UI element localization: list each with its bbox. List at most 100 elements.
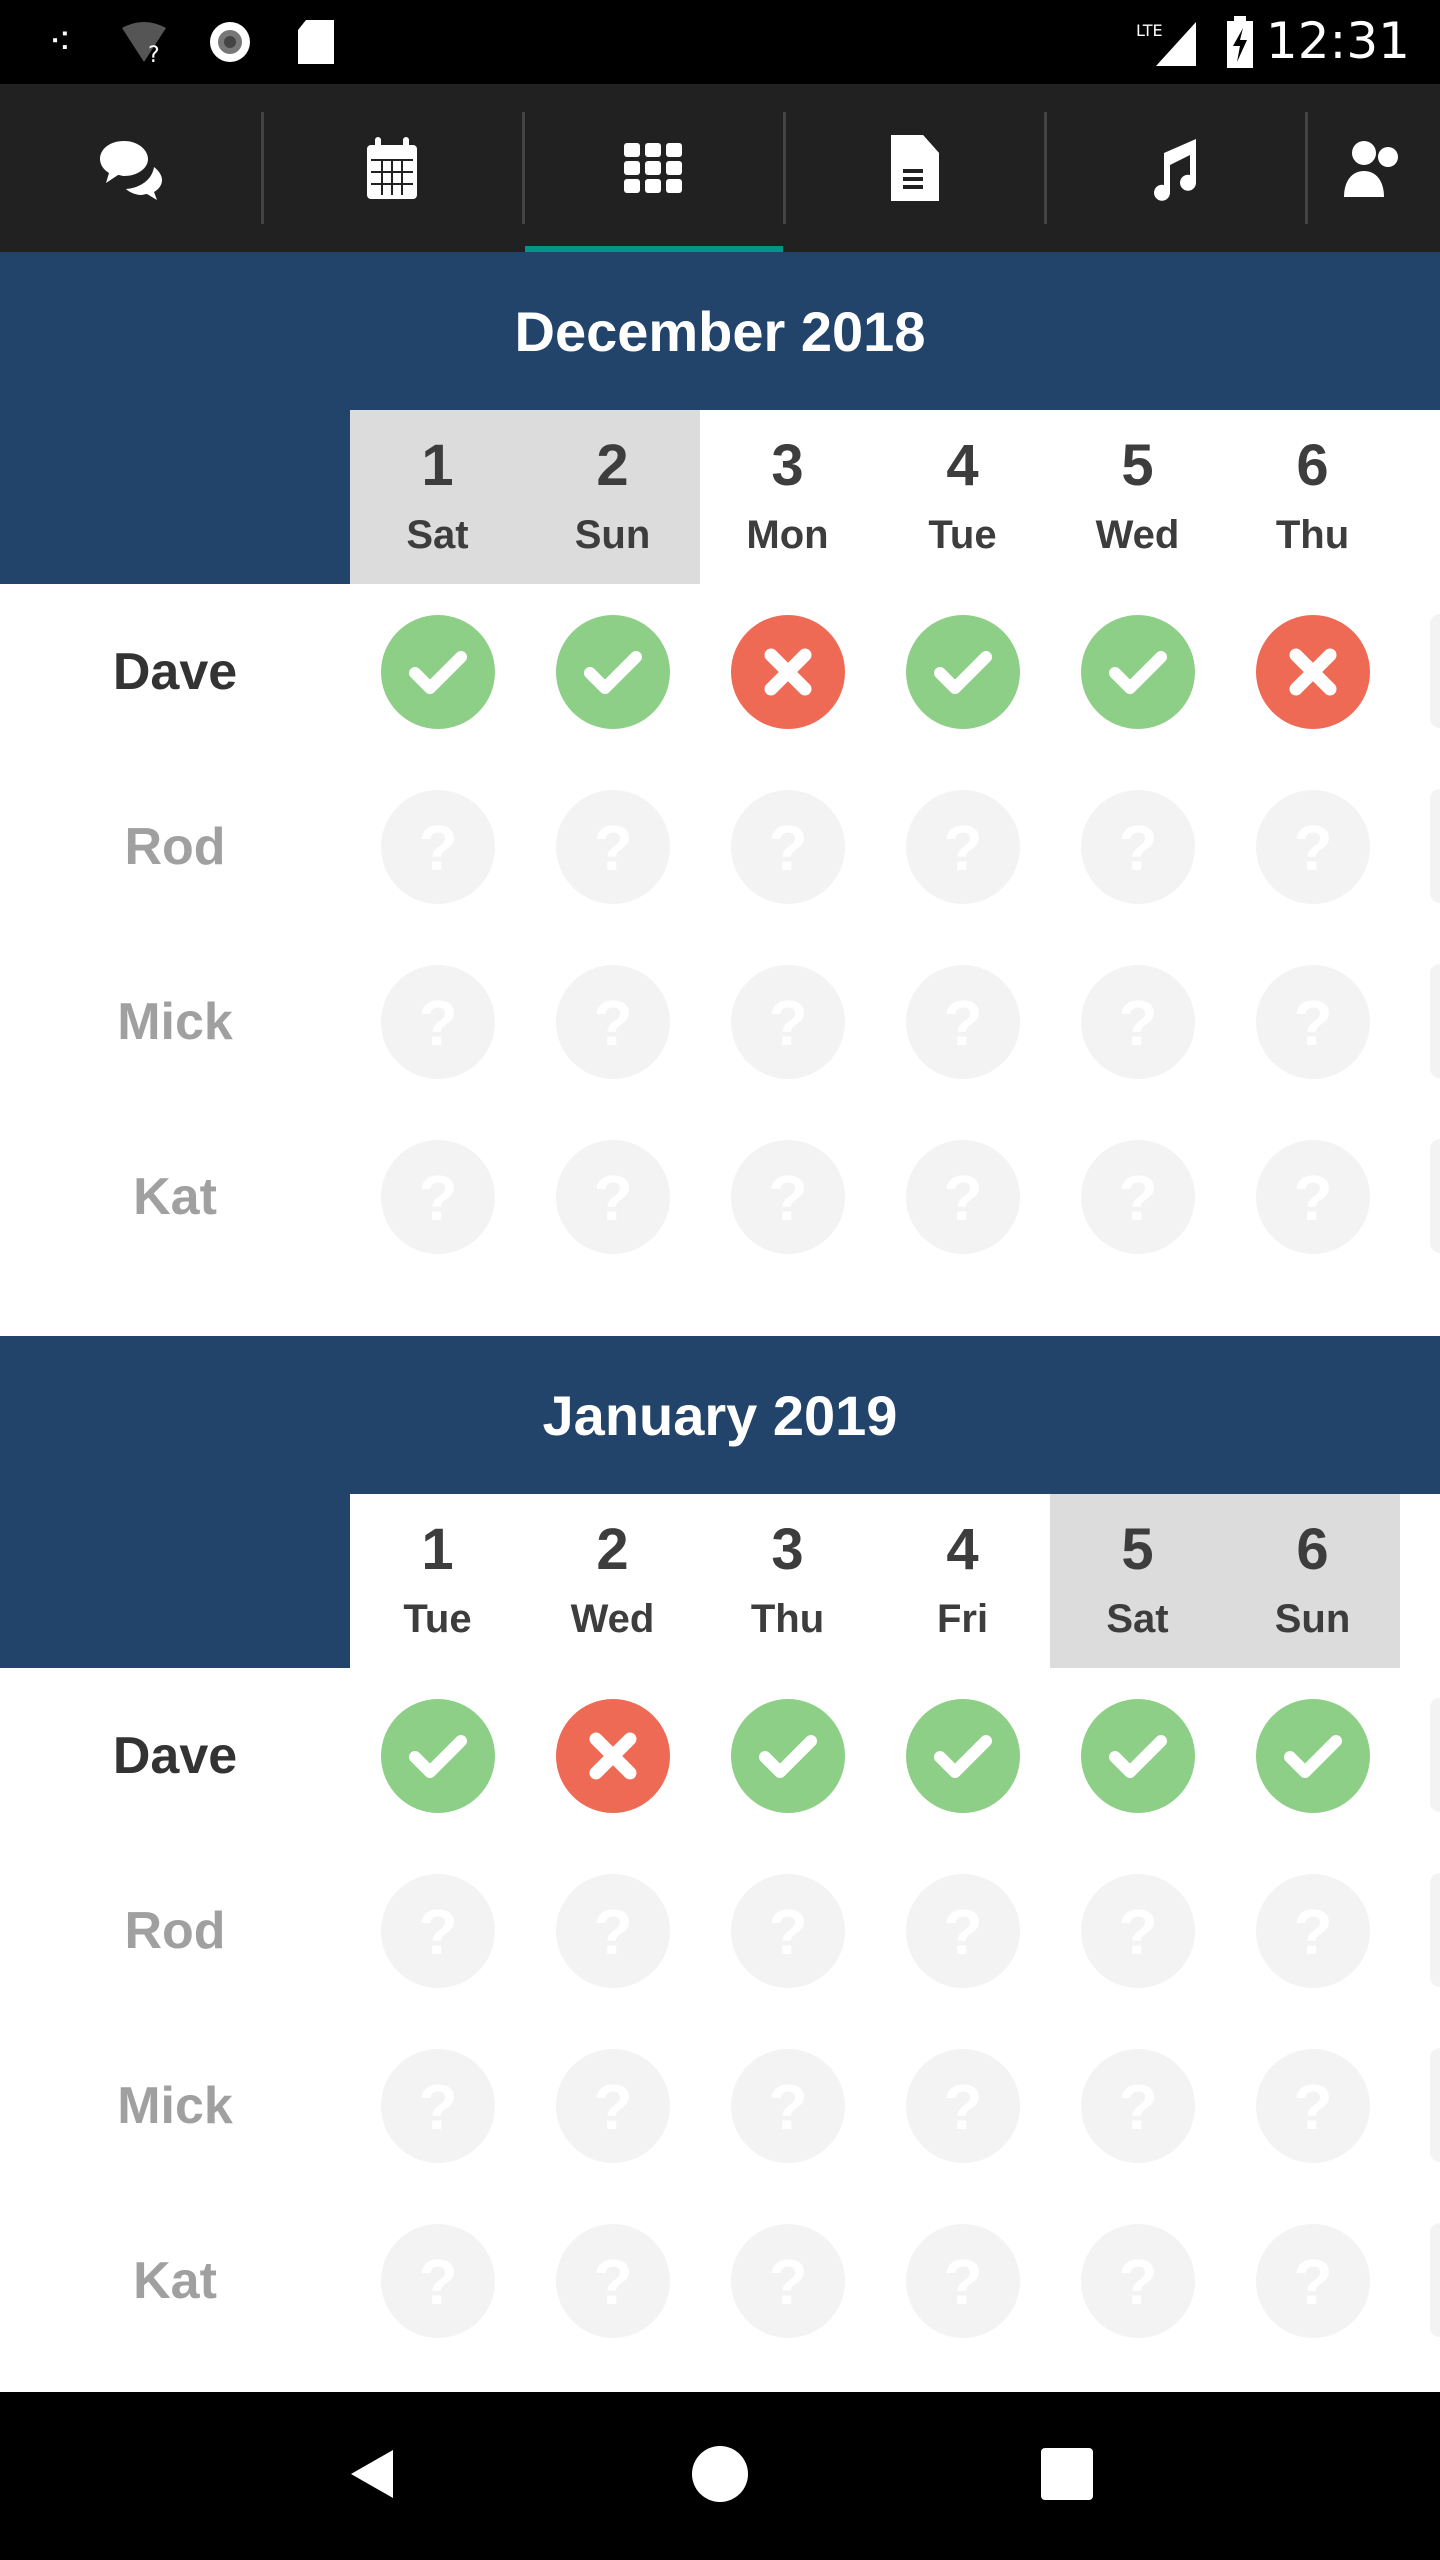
availability-cell[interactable]: ?	[700, 2048, 875, 2163]
availability-yes[interactable]	[1255, 1698, 1370, 1813]
availability-yes[interactable]	[905, 614, 1020, 729]
availability-unknown[interactable]: ?	[730, 1873, 845, 1988]
availability-cell[interactable]: ?	[1225, 1139, 1400, 1254]
availability-partial[interactable]	[1430, 789, 1440, 903]
availability-unknown[interactable]: ?	[555, 1873, 670, 1988]
availability-unknown[interactable]: ?	[1255, 2223, 1370, 2338]
availability-unknown[interactable]: ?	[1255, 964, 1370, 1079]
availability-cell[interactable]: ?	[700, 1873, 875, 1988]
availability-cell[interactable]: ?	[1050, 1873, 1225, 1988]
availability-cell[interactable]: ?	[875, 964, 1050, 1079]
home-icon[interactable]	[690, 2444, 750, 2509]
availability-unknown[interactable]: ?	[380, 964, 495, 1079]
availability-yes[interactable]	[380, 1698, 495, 1813]
availability-unknown[interactable]: ?	[555, 2048, 670, 2163]
tab-calendar[interactable]	[261, 84, 522, 252]
availability-cell[interactable]: ?	[1225, 1873, 1400, 1988]
availability-cell[interactable]: ?	[350, 1873, 525, 1988]
tab-document[interactable]	[783, 84, 1044, 252]
tab-grid[interactable]	[522, 84, 783, 252]
availability-cell[interactable]: ?	[350, 789, 525, 904]
availability-unknown[interactable]: ?	[905, 2223, 1020, 2338]
availability-cell[interactable]: ?	[350, 2048, 525, 2163]
availability-cell[interactable]: ?	[350, 2223, 525, 2338]
availability-unknown[interactable]: ?	[730, 2048, 845, 2163]
availability-cell[interactable]: ?	[525, 1873, 700, 1988]
availability-unknown[interactable]: ?	[1080, 2048, 1195, 2163]
availability-cell[interactable]: ?	[525, 964, 700, 1079]
availability-unknown[interactable]: ?	[1255, 1873, 1370, 1988]
availability-cell[interactable]: ?	[875, 1139, 1050, 1254]
availability-cell[interactable]: ?	[1050, 964, 1225, 1079]
recents-icon[interactable]	[1037, 2444, 1097, 2509]
availability-yes[interactable]	[1080, 1698, 1195, 1813]
availability-partial[interactable]	[1430, 1139, 1440, 1253]
availability-unknown[interactable]: ?	[380, 1139, 495, 1254]
availability-cell[interactable]: ?	[1225, 789, 1400, 904]
availability-cell[interactable]: ?	[700, 964, 875, 1079]
availability-no[interactable]	[555, 1698, 670, 1813]
availability-cell[interactable]	[350, 1698, 525, 1813]
availability-yes[interactable]	[1080, 614, 1195, 729]
availability-unknown[interactable]: ?	[1080, 789, 1195, 904]
availability-unknown[interactable]: ?	[1080, 1139, 1195, 1254]
availability-cell[interactable]: ?	[350, 964, 525, 1079]
availability-unknown[interactable]: ?	[1255, 789, 1370, 904]
availability-cell[interactable]: ?	[875, 1873, 1050, 1988]
availability-unknown[interactable]: ?	[380, 789, 495, 904]
availability-unknown[interactable]: ?	[905, 1139, 1020, 1254]
availability-unknown[interactable]: ?	[1255, 2048, 1370, 2163]
availability-cell[interactable]: ?	[1050, 1139, 1225, 1254]
availability-unknown[interactable]: ?	[380, 2223, 495, 2338]
availability-partial[interactable]	[1430, 964, 1440, 1078]
availability-cell[interactable]	[700, 614, 875, 729]
availability-cell[interactable]	[1050, 614, 1225, 729]
availability-partial[interactable]	[1430, 2223, 1440, 2337]
tab-chat[interactable]	[0, 84, 261, 252]
availability-unknown[interactable]: ?	[730, 789, 845, 904]
availability-cell[interactable]	[525, 614, 700, 729]
availability-unknown[interactable]: ?	[905, 789, 1020, 904]
availability-cell[interactable]	[1225, 614, 1400, 729]
availability-cell[interactable]: ?	[1050, 789, 1225, 904]
availability-unknown[interactable]: ?	[905, 964, 1020, 1079]
availability-no[interactable]	[1255, 614, 1370, 729]
availability-unknown[interactable]: ?	[555, 2223, 670, 2338]
availability-cell[interactable]: ?	[875, 2223, 1050, 2338]
availability-partial[interactable]	[1430, 2048, 1440, 2162]
availability-cell[interactable]: ?	[1050, 2048, 1225, 2163]
availability-unknown[interactable]: ?	[555, 789, 670, 904]
availability-no[interactable]	[730, 614, 845, 729]
availability-partial[interactable]	[1430, 1873, 1440, 1987]
availability-unknown[interactable]: ?	[1080, 964, 1195, 1079]
availability-unknown[interactable]: ?	[1255, 1139, 1370, 1254]
availability-unknown[interactable]: ?	[730, 964, 845, 1079]
availability-yes[interactable]	[555, 614, 670, 729]
availability-unknown[interactable]: ?	[1080, 2223, 1195, 2338]
availability-cell[interactable]: ?	[1225, 2223, 1400, 2338]
availability-cell[interactable]: ?	[525, 789, 700, 904]
availability-cell[interactable]	[875, 1698, 1050, 1813]
tab-music[interactable]	[1044, 84, 1305, 252]
availability-cell[interactable]: ?	[875, 789, 1050, 904]
availability-cell[interactable]: ?	[700, 1139, 875, 1254]
availability-partial[interactable]	[1430, 614, 1440, 728]
availability-cell[interactable]: ?	[350, 1139, 525, 1254]
availability-unknown[interactable]: ?	[1080, 1873, 1195, 1988]
availability-cell[interactable]	[1050, 1698, 1225, 1813]
availability-unknown[interactable]: ?	[555, 964, 670, 1079]
availability-unknown[interactable]: ?	[730, 1139, 845, 1254]
availability-cell[interactable]: ?	[700, 2223, 875, 2338]
availability-unknown[interactable]: ?	[555, 1139, 670, 1254]
availability-unknown[interactable]: ?	[730, 2223, 845, 2338]
availability-cell[interactable]: ?	[525, 2223, 700, 2338]
availability-cell[interactable]	[525, 1698, 700, 1813]
availability-cell[interactable]: ?	[525, 1139, 700, 1254]
availability-cell[interactable]	[1225, 1698, 1400, 1813]
availability-cell[interactable]: ?	[525, 2048, 700, 2163]
availability-partial[interactable]	[1430, 1698, 1440, 1812]
availability-cell[interactable]	[700, 1698, 875, 1813]
availability-unknown[interactable]: ?	[905, 1873, 1020, 1988]
availability-yes[interactable]	[905, 1698, 1020, 1813]
availability-unknown[interactable]: ?	[905, 2048, 1020, 2163]
